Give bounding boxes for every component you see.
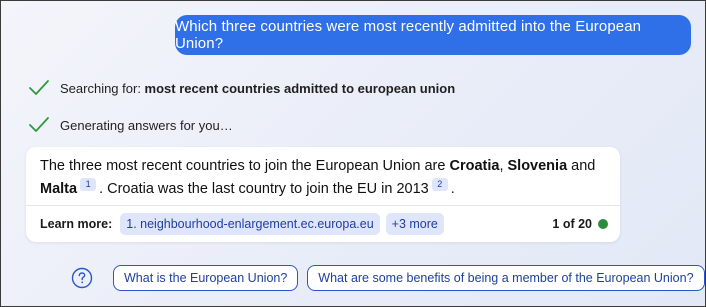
answer-end: . [450, 181, 455, 197]
status-row-generating: Generating answers for you… [28, 115, 233, 135]
status-dot-icon [598, 219, 608, 229]
learn-more-link-1[interactable]: 1. neighbourhood-enlargement.ec.europa.e… [120, 213, 380, 235]
question-mark-icon[interactable] [71, 267, 93, 289]
status-text-searching: Searching for: most recent countries adm… [60, 81, 455, 96]
check-icon [28, 115, 50, 135]
answer-country-malta: Malta [40, 181, 78, 197]
answer-country-croatia: Croatia [449, 158, 500, 174]
check-icon [28, 78, 50, 98]
answer-card: The three most recent countries to join … [26, 147, 620, 242]
suggestion-button-eu-benefits[interactable]: What are some benefits of being a member… [307, 265, 705, 291]
search-query: most recent countries admitted to europe… [144, 80, 456, 96]
user-message-text: Which three countries were most recently… [175, 18, 642, 52]
suggestion-row: What is the European Union? What are som… [71, 265, 706, 291]
citation-1[interactable]: 1 [80, 178, 97, 191]
learn-more-more-button[interactable]: +3 more [385, 213, 444, 235]
learn-more-label: Learn more: [40, 217, 113, 231]
answer-separator: , [499, 158, 508, 174]
page-counter: 1 of 20 [552, 217, 608, 231]
suggestion-button-what-is-eu[interactable]: What is the European Union? [113, 265, 299, 291]
card-divider [26, 205, 620, 206]
answer-text: The three most recent countries to join … [40, 155, 606, 201]
answer-and: and [567, 158, 596, 174]
answer-part2: . Croatia was the last country to join t… [99, 181, 429, 197]
status-row-searching: Searching for: most recent countries adm… [28, 78, 455, 98]
page-counter-text: 1 of 20 [552, 217, 592, 231]
learn-more-row: Learn more: 1. neighbourhood-enlargement… [40, 212, 608, 236]
status-text-generating: Generating answers for you… [60, 117, 233, 133]
user-message-bubble: Which three countries were most recently… [175, 15, 691, 55]
status-prefix: Searching for: [60, 80, 145, 96]
citation-2[interactable]: 2 [431, 178, 448, 191]
answer-part1: The three most recent countries to join … [40, 158, 450, 174]
answer-country-slovenia: Slovenia [507, 158, 568, 174]
